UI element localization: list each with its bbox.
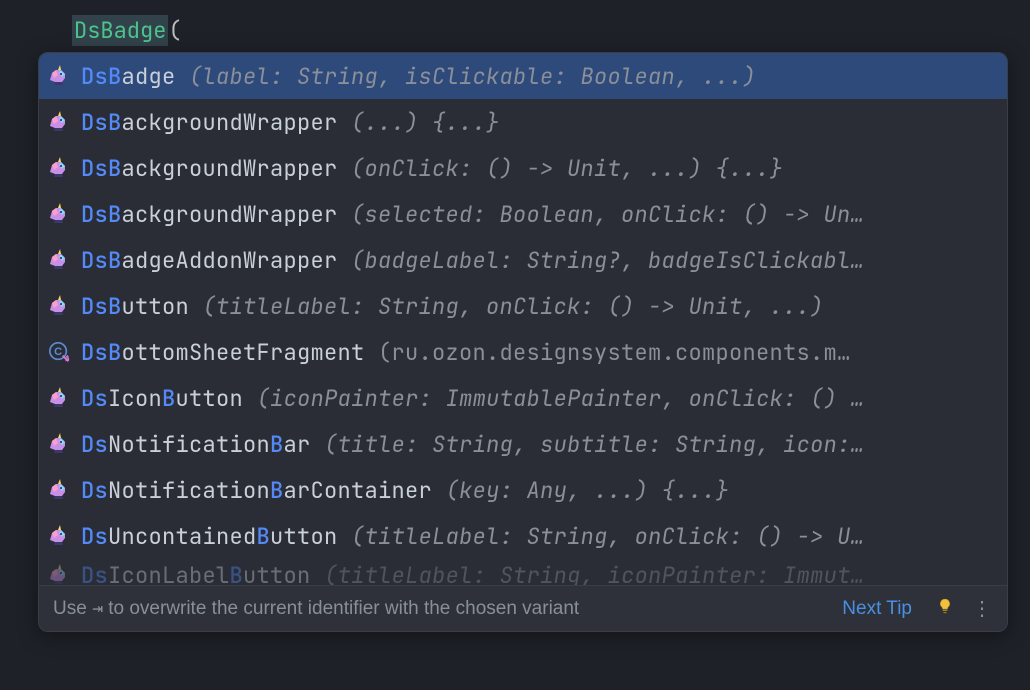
- class-icon: [47, 340, 71, 364]
- completion-label: DsBottomSheetFragment (ru.ozon.designsys…: [81, 338, 997, 367]
- completion-label: DsIconLabelButton (titleLabel: String, i…: [81, 561, 997, 586]
- unicorn-icon: [47, 248, 71, 272]
- unicorn-icon: [47, 524, 71, 548]
- footer-tip-text: Use ⇥ to overwrite the current identifie…: [53, 597, 828, 620]
- completion-label: DsButton (titleLabel: String, onClick: (…: [81, 292, 997, 321]
- typed-paren: (: [168, 16, 181, 45]
- unicorn-icon: [47, 432, 71, 456]
- completion-label: DsNotificationBar (title: String, subtit…: [81, 430, 997, 459]
- completion-label: DsBackgroundWrapper (selected: Boolean, …: [81, 200, 997, 229]
- next-tip-link[interactable]: Next Tip: [842, 598, 912, 620]
- editor-line[interactable]: DsBadge(: [0, 0, 1030, 55]
- completion-item[interactable]: DsNotificationBar (title: String, subtit…: [39, 421, 1007, 467]
- unicorn-icon: [47, 386, 71, 410]
- completion-item[interactable]: DsButton (titleLabel: String, onClick: (…: [39, 283, 1007, 329]
- completion-label: DsBadgeAddonWrapper (badgeLabel: String?…: [81, 246, 997, 275]
- completion-list[interactable]: DsBadge (label: String, isClickable: Boo…: [39, 53, 1007, 585]
- completion-item[interactable]: DsBackgroundWrapper (...) {...}: [39, 99, 1007, 145]
- completion-item[interactable]: DsBadgeAddonWrapper (badgeLabel: String?…: [39, 237, 1007, 283]
- unicorn-icon: [47, 110, 71, 134]
- unicorn-icon: [47, 202, 71, 226]
- completion-item[interactable]: DsNotificationBarContainer (key: Any, ..…: [39, 467, 1007, 513]
- code-completion-popup: DsBadge (label: String, isClickable: Boo…: [38, 52, 1008, 632]
- footer-icons: ⋮: [936, 597, 993, 621]
- completion-item[interactable]: DsBadge (label: String, isClickable: Boo…: [39, 53, 1007, 99]
- lightbulb-icon[interactable]: [936, 597, 954, 621]
- popup-footer: Use ⇥ to overwrite the current identifie…: [39, 585, 1007, 631]
- typed-identifier: DsBadge: [72, 15, 168, 46]
- completion-label: DsBackgroundWrapper (onClick: () -> Unit…: [81, 154, 997, 183]
- unicorn-icon: [47, 478, 71, 502]
- completion-item[interactable]: DsBottomSheetFragment (ru.ozon.designsys…: [39, 329, 1007, 375]
- completion-label: DsIconButton (iconPainter: ImmutablePain…: [81, 384, 997, 413]
- completion-label: DsBackgroundWrapper (...) {...}: [81, 108, 997, 137]
- unicorn-icon: [47, 64, 71, 88]
- completion-item[interactable]: DsBackgroundWrapper (selected: Boolean, …: [39, 191, 1007, 237]
- completion-item[interactable]: DsBackgroundWrapper (onClick: () -> Unit…: [39, 145, 1007, 191]
- unicorn-icon: [47, 294, 71, 318]
- unicorn-icon: [47, 563, 71, 585]
- completion-label: DsUncontainedButton (titleLabel: String,…: [81, 522, 997, 551]
- unicorn-icon: [47, 156, 71, 180]
- kebab-menu-icon[interactable]: ⋮: [970, 599, 993, 619]
- tab-key-glyph: ⇥: [92, 597, 103, 620]
- completion-item[interactable]: DsIconLabelButton (titleLabel: String, i…: [39, 559, 1007, 585]
- completion-item[interactable]: DsIconButton (iconPainter: ImmutablePain…: [39, 375, 1007, 421]
- completion-label: DsBadge (label: String, isClickable: Boo…: [81, 62, 997, 91]
- completion-label: DsNotificationBarContainer (key: Any, ..…: [81, 476, 997, 505]
- completion-item[interactable]: DsUncontainedButton (titleLabel: String,…: [39, 513, 1007, 559]
